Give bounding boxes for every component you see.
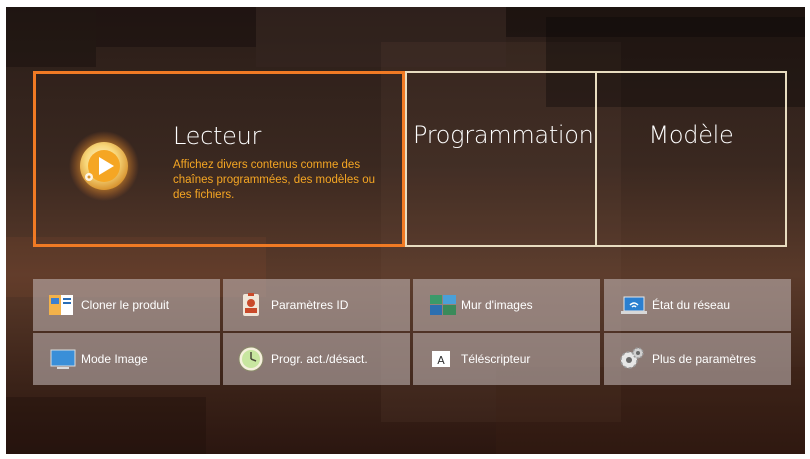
clone-product-icon	[49, 295, 73, 315]
tile-player-title: Lecteur	[173, 122, 262, 150]
menu-item-label: Paramètres ID	[271, 298, 349, 312]
monitor-icon	[50, 349, 76, 369]
background-block	[96, 7, 256, 47]
gears-icon	[620, 347, 644, 369]
screen-frame: Lecteur Affichez divers contenus comme d…	[6, 7, 805, 454]
menu-item-label: Plus de paramètres	[652, 352, 757, 366]
menu-item-label: Mur d'images	[461, 298, 533, 312]
tile-player[interactable]: Lecteur Affichez divers contenus comme d…	[33, 71, 405, 247]
tile-template[interactable]: Modèle	[595, 71, 787, 247]
menu-item-picture-mode[interactable]: Mode Image	[33, 333, 220, 385]
menu-item-clone-product[interactable]: Cloner le produit	[33, 279, 220, 331]
tile-template-title: Modèle	[648, 121, 734, 149]
menu-item-video-wall[interactable]: Mur d'images	[413, 279, 600, 331]
menu-item-ticker[interactable]: A Téléscripteur	[413, 333, 600, 385]
background-block	[6, 397, 206, 454]
menu-item-label: Cloner le produit	[81, 298, 170, 312]
menu-item-label: Mode Image	[81, 352, 148, 366]
network-laptop-icon	[621, 296, 647, 314]
menu-item-id-settings[interactable]: Paramètres ID	[223, 279, 410, 331]
menu-item-label: Téléscripteur	[461, 352, 531, 366]
svg-text:A: A	[437, 354, 445, 367]
settings-grid: Cloner le produit Paramètres ID Mur d'im…	[33, 279, 791, 385]
menu-item-network-status[interactable]: État du réseau	[604, 279, 791, 331]
id-badge-icon	[243, 293, 259, 316]
menu-item-on-off-timer[interactable]: Progr. act./désact.	[223, 333, 410, 385]
background-block	[6, 7, 96, 67]
ticker-icon: A	[432, 351, 450, 367]
video-wall-icon	[430, 295, 456, 315]
tile-player-description: Affichez divers contenus comme des chaîn…	[173, 159, 375, 201]
menu-item-more-settings[interactable]: Plus de paramètres	[604, 333, 791, 385]
tile-schedule-title: Programmation	[413, 121, 594, 149]
tile-schedule[interactable]: Programmation	[405, 71, 597, 247]
menu-item-label: État du réseau	[652, 298, 731, 312]
power-timer-icon	[238, 346, 264, 372]
play-icon	[69, 131, 139, 201]
menu-item-label: Progr. act./désact.	[271, 352, 368, 366]
